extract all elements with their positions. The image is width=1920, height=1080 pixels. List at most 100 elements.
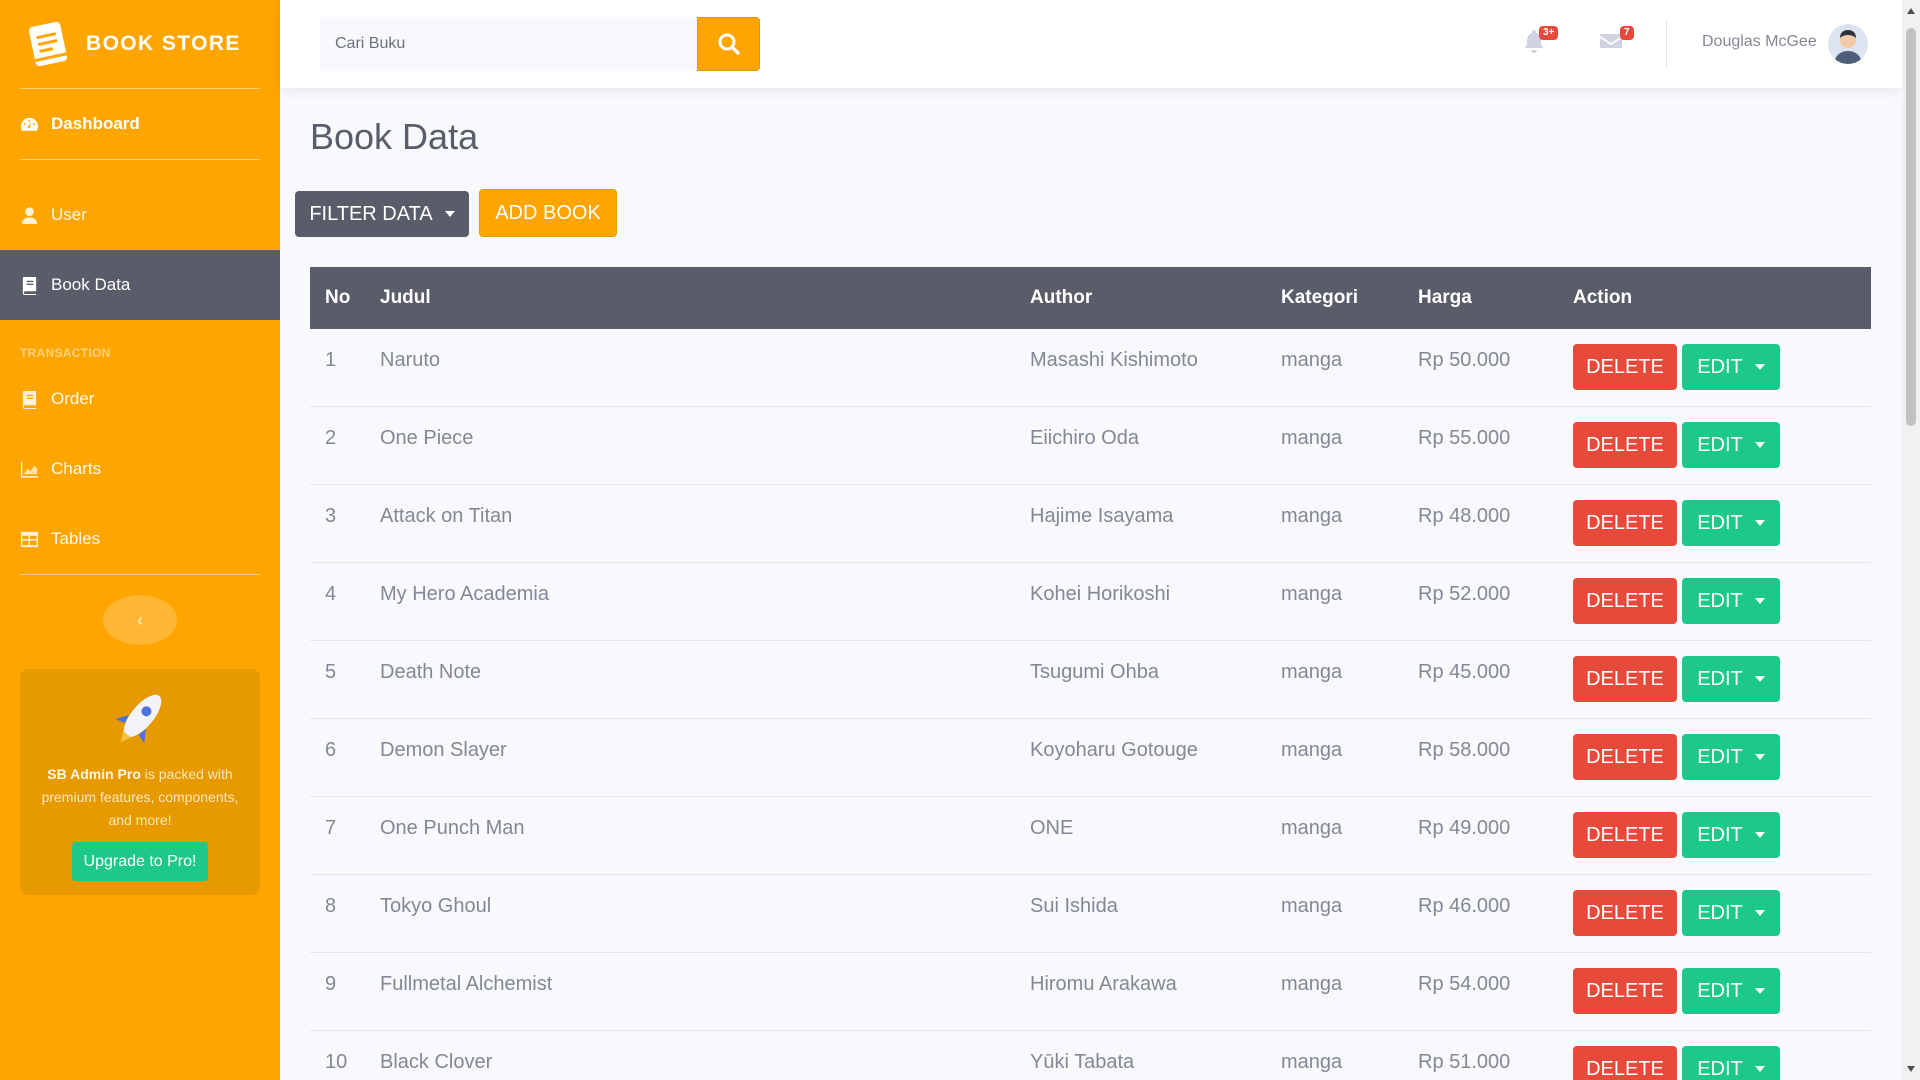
scroll-up-arrow-icon[interactable] bbox=[1907, 8, 1915, 14]
cell-harga: Rp 50.000 bbox=[1418, 349, 1511, 371]
column-header-author: Author bbox=[1030, 287, 1093, 308]
filter-data-button[interactable]: FILTER DATA bbox=[295, 191, 469, 237]
cell-author: Tsugumi Ohba bbox=[1030, 661, 1159, 683]
edit-dropdown-button[interactable]: EDIT bbox=[1682, 1046, 1780, 1080]
edit-dropdown-button[interactable]: EDIT bbox=[1682, 968, 1780, 1014]
sidebar-item-book-data[interactable]: Book Data bbox=[0, 250, 280, 320]
sidebar-item-order[interactable]: Order bbox=[0, 364, 280, 434]
sidebar-item-label: User bbox=[51, 205, 87, 224]
delete-button[interactable]: DELETE bbox=[1573, 422, 1677, 468]
delete-button[interactable]: DELETE bbox=[1573, 1046, 1677, 1080]
promo-text: SB Admin Pro is packed with premium feat… bbox=[34, 763, 246, 832]
cell-judul: Death Note bbox=[380, 661, 482, 683]
search-icon bbox=[718, 33, 740, 55]
search-button[interactable] bbox=[697, 17, 760, 71]
edit-label: EDIT bbox=[1697, 745, 1743, 768]
edit-dropdown-button[interactable]: EDIT bbox=[1682, 890, 1780, 936]
delete-button[interactable]: DELETE bbox=[1573, 812, 1677, 858]
messages-button[interactable]: 7 bbox=[1598, 26, 1634, 59]
cell-judul: My Hero Academia bbox=[380, 583, 549, 605]
book-logo-icon bbox=[28, 21, 68, 67]
cell-no: 8 bbox=[325, 895, 337, 917]
edit-dropdown-button[interactable]: EDIT bbox=[1682, 500, 1780, 546]
table-body: 1 Naruto Masashi Kishimoto manga Rp 50.000 DE… bbox=[310, 329, 1871, 1080]
column-header-no: No bbox=[325, 287, 351, 308]
cell-kategori: manga bbox=[1281, 973, 1343, 995]
cell-author: Hiromu Arakawa bbox=[1030, 973, 1177, 995]
user-name[interactable]: Douglas McGee bbox=[1702, 33, 1817, 51]
sidebar-item-label: Book Data bbox=[51, 275, 131, 294]
sidebar-item-charts[interactable]: Charts bbox=[0, 434, 280, 504]
edit-dropdown-button[interactable]: EDIT bbox=[1682, 812, 1780, 858]
cell-judul: Tokyo Ghoul bbox=[380, 895, 492, 917]
cell-kategori: manga bbox=[1281, 817, 1343, 839]
sidebar-item-tables[interactable]: Tables bbox=[0, 504, 280, 574]
brand[interactable]: BOOK STORE bbox=[0, 0, 280, 88]
cell-author: ONE bbox=[1030, 817, 1074, 839]
search-input[interactable] bbox=[320, 17, 698, 71]
sidebar-item-label: Tables bbox=[51, 529, 101, 548]
scroll-down-arrow-icon[interactable] bbox=[1907, 1066, 1915, 1072]
caret-down-icon bbox=[1754, 988, 1765, 994]
cell-action: DELETE EDIT bbox=[1573, 485, 1871, 546]
chart-area-icon bbox=[20, 461, 39, 478]
delete-button[interactable]: DELETE bbox=[1573, 890, 1677, 936]
brand-name: BOOK STORE bbox=[86, 32, 241, 55]
add-book-button[interactable]: ADD BOOK bbox=[479, 189, 617, 237]
sidebar-item-dashboard[interactable]: Dashboard bbox=[0, 89, 280, 159]
sidebar-toggle-button[interactable]: ‹ bbox=[103, 595, 177, 645]
cell-kategori: manga bbox=[1281, 1051, 1343, 1073]
sidebar-item-user[interactable]: User bbox=[0, 180, 280, 250]
cell-kategori: manga bbox=[1281, 739, 1343, 761]
cell-harga: Rp 52.000 bbox=[1418, 583, 1511, 605]
cell-harga: Rp 49.000 bbox=[1418, 817, 1511, 839]
edit-dropdown-button[interactable]: EDIT bbox=[1682, 578, 1780, 624]
cell-kategori: manga bbox=[1281, 895, 1343, 917]
filter-data-label: FILTER DATA bbox=[309, 202, 433, 225]
scrollbar[interactable] bbox=[1902, 0, 1920, 1080]
cell-harga: Rp 48.000 bbox=[1418, 505, 1511, 527]
book-icon bbox=[22, 276, 37, 295]
book-icon bbox=[22, 390, 37, 409]
edit-dropdown-button[interactable]: EDIT bbox=[1682, 422, 1780, 468]
sidebar-item-label: Charts bbox=[51, 459, 102, 478]
edit-dropdown-button[interactable]: EDIT bbox=[1682, 344, 1780, 390]
delete-button[interactable]: DELETE bbox=[1573, 656, 1677, 702]
sidebar-heading-transaction: TRANSACTION bbox=[20, 346, 111, 360]
edit-label: EDIT bbox=[1697, 901, 1743, 924]
cell-no: 1 bbox=[325, 349, 337, 371]
cell-no: 7 bbox=[325, 817, 337, 839]
edit-dropdown-button[interactable]: EDIT bbox=[1682, 734, 1780, 780]
delete-button[interactable]: DELETE bbox=[1573, 968, 1677, 1014]
caret-down-icon bbox=[1754, 676, 1765, 682]
cell-judul: One Punch Man bbox=[380, 817, 525, 839]
scrollbar-thumb[interactable] bbox=[1906, 28, 1916, 426]
edit-dropdown-button[interactable]: EDIT bbox=[1682, 656, 1780, 702]
cell-kategori: manga bbox=[1281, 583, 1343, 605]
caret-down-icon bbox=[1754, 364, 1765, 370]
delete-button[interactable]: DELETE bbox=[1573, 500, 1677, 546]
caret-down-icon bbox=[1754, 598, 1765, 604]
column-header-harga: Harga bbox=[1418, 287, 1472, 308]
sidebar: BOOK STORE Dashboard User Book Data TRAN… bbox=[0, 0, 280, 1080]
cell-action: DELETE EDIT bbox=[1573, 1031, 1871, 1080]
edit-label: EDIT bbox=[1697, 1057, 1743, 1080]
alerts-button[interactable]: 3+ bbox=[1521, 26, 1559, 59]
delete-button[interactable]: DELETE bbox=[1573, 344, 1677, 390]
upgrade-button[interactable]: Upgrade to Pro! bbox=[71, 842, 209, 881]
avatar[interactable] bbox=[1828, 24, 1868, 64]
edit-label: EDIT bbox=[1697, 511, 1743, 534]
cell-harga: Rp 45.000 bbox=[1418, 661, 1511, 683]
page-title: Book Data bbox=[310, 116, 479, 157]
cell-author: Masashi Kishimoto bbox=[1030, 349, 1198, 371]
cell-kategori: manga bbox=[1281, 427, 1343, 449]
cell-kategori: manga bbox=[1281, 661, 1343, 683]
edit-label: EDIT bbox=[1697, 355, 1743, 378]
user-avatar-icon bbox=[1828, 24, 1868, 64]
delete-button[interactable]: DELETE bbox=[1573, 734, 1677, 780]
cell-judul: Attack on Titan bbox=[380, 505, 513, 527]
caret-down-icon bbox=[1754, 832, 1765, 838]
delete-button[interactable]: DELETE bbox=[1573, 578, 1677, 624]
cell-author: Hajime Isayama bbox=[1030, 505, 1174, 527]
sidebar-item-label: Order bbox=[51, 389, 95, 408]
